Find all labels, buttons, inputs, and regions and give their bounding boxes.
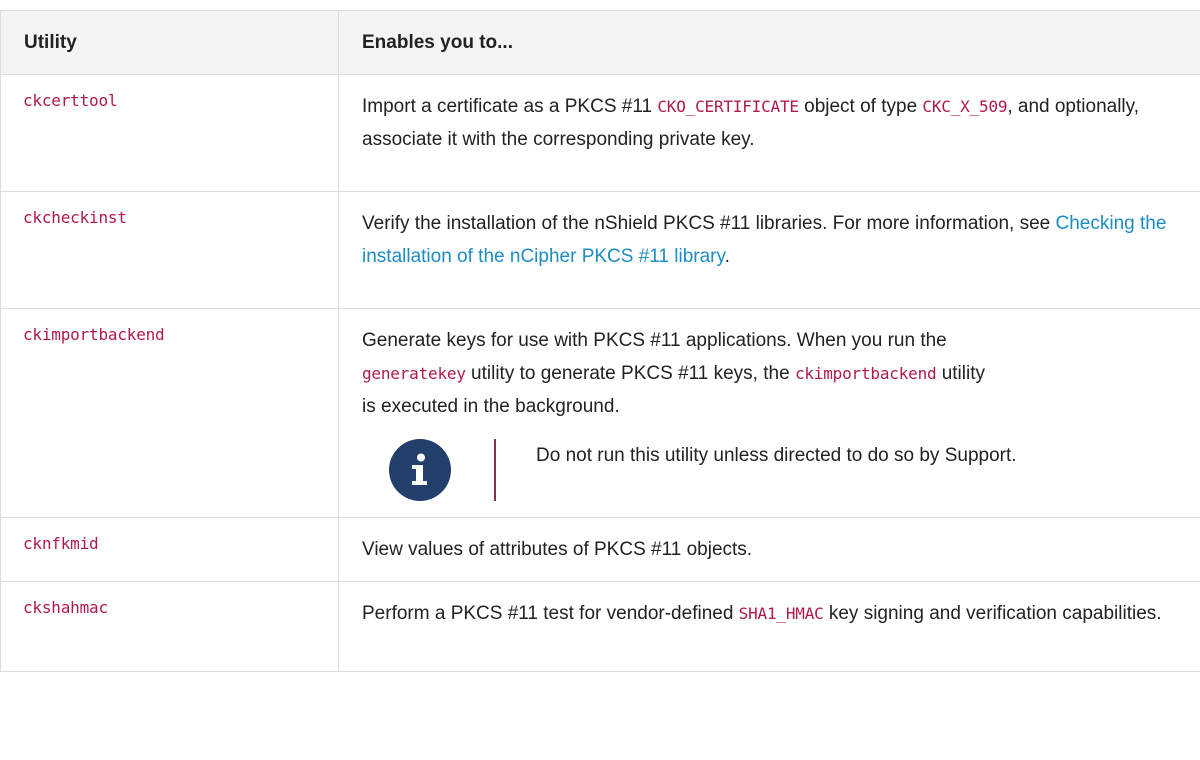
note-admonition: Do not run this utility unless directed … <box>362 439 1200 501</box>
description-cell: Perform a PKCS #11 test for vendor-defin… <box>338 581 1200 672</box>
utility-cell: ckshahmac <box>0 581 339 672</box>
text-span: Perform a PKCS #11 test for vendor-defin… <box>362 603 739 624</box>
description-cell: Import a certificate as a PKCS #11 CKO_C… <box>338 74 1200 192</box>
description-line: generatekey utility to generate PKCS #11… <box>362 363 985 384</box>
utility-name: ckshahmac <box>23 598 108 617</box>
utilities-table: Utility Enables you to... ckcerttool Imp… <box>0 10 1200 672</box>
text-span: key signing and verification capabilitie… <box>823 603 1162 624</box>
utility-cell: cknfkmid <box>0 517 339 582</box>
description-text: Generate keys for use with PKCS #11 appl… <box>362 324 1200 423</box>
inline-code: SHA1_HMAC <box>738 604 824 623</box>
inline-code: CKO_CERTIFICATE <box>657 97 799 116</box>
description-cell: Generate keys for use with PKCS #11 appl… <box>338 308 1200 518</box>
utility-name: ckcerttool <box>23 91 118 110</box>
inline-code: ckimportbackend <box>794 364 937 383</box>
text-span: Verify the installation of the nShield P… <box>362 213 1056 234</box>
table-row: ckcheckinst Verify the installation of t… <box>0 191 1200 309</box>
note-icon-container <box>362 439 478 501</box>
inline-code: generatekey <box>362 364 466 383</box>
table-row: ckshahmac Perform a PKCS #11 test for ve… <box>0 581 1200 672</box>
text-span: Generate keys for use with PKCS #11 appl… <box>362 330 947 351</box>
table-row: ckimportbackend Generate keys for use wi… <box>0 308 1200 518</box>
text-span: is executed in the background. <box>362 396 620 417</box>
text-span: utility <box>936 363 986 384</box>
column-header-utility: Utility <box>0 10 339 75</box>
column-header-enables: Enables you to... <box>338 10 1200 75</box>
table-row: cknfkmid View values of attributes of PK… <box>0 517 1200 582</box>
description-text: Verify the installation of the nShield P… <box>362 207 1200 273</box>
description-cell: Verify the installation of the nShield P… <box>338 191 1200 309</box>
description-text: Import a certificate as a PKCS #11 CKO_C… <box>362 90 1200 156</box>
table-header-row: Utility Enables you to... <box>0 10 1200 75</box>
info-icon <box>389 439 451 501</box>
utility-cell: ckimportbackend <box>0 308 339 518</box>
utility-cell: ckcerttool <box>0 74 339 192</box>
description-text: Perform a PKCS #11 test for vendor-defin… <box>362 597 1200 630</box>
text-span: Import a certificate as a PKCS #11 <box>362 96 658 117</box>
utility-cell: ckcheckinst <box>0 191 339 309</box>
description-text: View values of attributes of PKCS #11 ob… <box>362 539 753 560</box>
utility-name: ckimportbackend <box>23 325 165 344</box>
inline-code: CKC_X_509 <box>922 97 1008 116</box>
utility-name: ckcheckinst <box>23 208 127 227</box>
text-span: . <box>724 246 730 267</box>
utility-name: cknfkmid <box>23 534 99 553</box>
text-span: utility to generate PKCS #11 keys, the <box>465 363 795 384</box>
description-cell: View values of attributes of PKCS #11 ob… <box>338 517 1200 582</box>
text-span: object of type <box>798 96 923 117</box>
table-row: ckcerttool Import a certificate as a PKC… <box>0 74 1200 192</box>
note-text: Do not run this utility unless directed … <box>536 445 1017 466</box>
